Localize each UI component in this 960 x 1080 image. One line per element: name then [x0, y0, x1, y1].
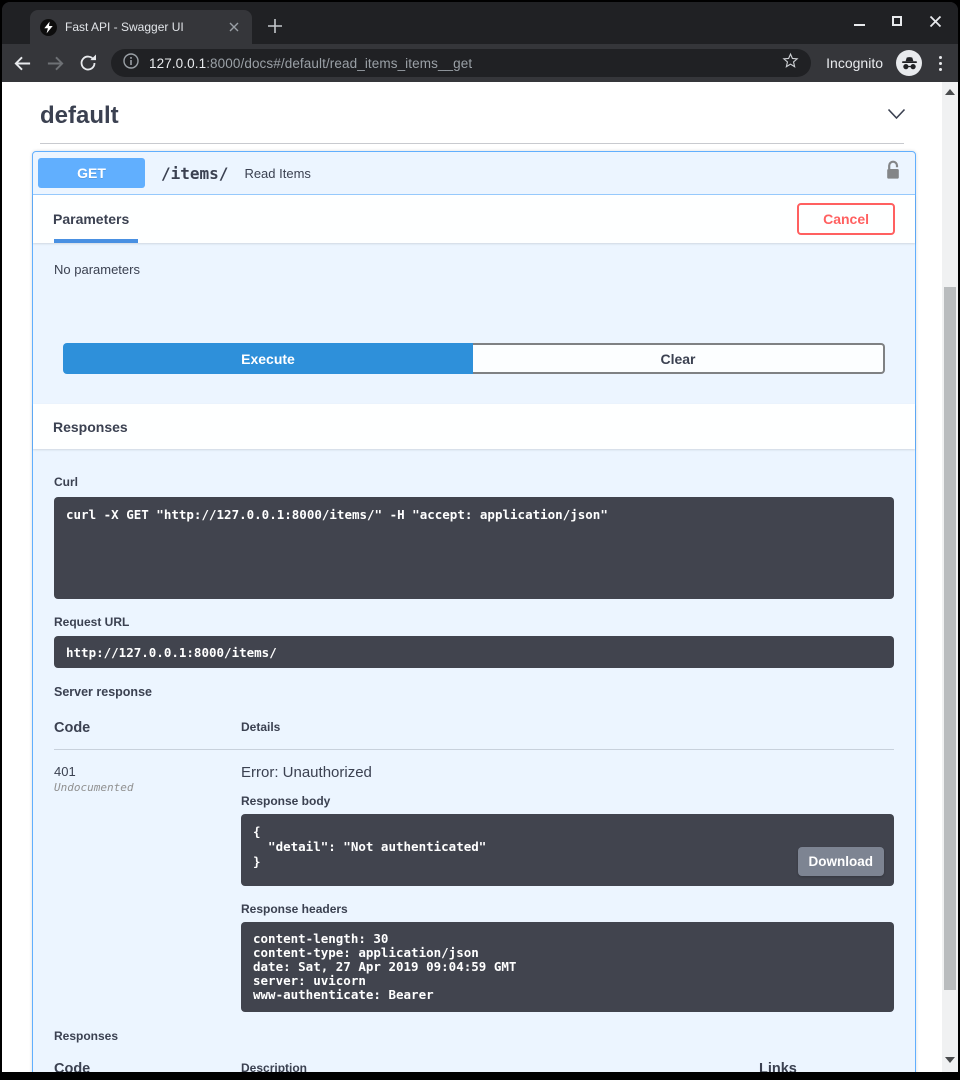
details-column-header: Details: [241, 720, 894, 736]
browser-toolbar: 127.0.0.1:8000/docs#/default/read_items_…: [2, 44, 958, 82]
scrollbar[interactable]: [942, 82, 958, 1072]
scrollbar-up-icon[interactable]: [945, 89, 955, 95]
new-tab-button[interactable]: [266, 17, 284, 35]
method-badge: GET: [38, 158, 145, 188]
tab-title: Fast API - Swagger UI: [65, 20, 218, 34]
url-text[interactable]: 127.0.0.1:8000/docs#/default/read_items_…: [149, 56, 772, 71]
code-column-header: Code: [54, 1061, 241, 1072]
responses-inner: Curl curl -X GET "http://127.0.0.1:8000/…: [33, 449, 915, 1072]
links-column-header: Links: [759, 1061, 894, 1072]
tag-title: default: [40, 102, 119, 130]
response-body-wrapper: { "detail": "Not authenticated" } Downlo…: [241, 814, 894, 886]
window-minimize-button[interactable]: [852, 14, 866, 28]
swagger-page: default GET /items/ Read Items: [2, 82, 958, 1072]
status-code: 401: [54, 764, 241, 779]
tag-divider: [40, 143, 904, 144]
responses-section-title: Responses: [53, 419, 128, 435]
active-tab-underline: [54, 239, 138, 243]
download-button[interactable]: Download: [798, 847, 885, 876]
responses-table-header: Code Description Links: [54, 1061, 894, 1072]
scrollbar-thumb[interactable]: [944, 287, 956, 990]
menu-kebab-icon[interactable]: [935, 56, 946, 71]
browser-tab[interactable]: Fast API - Swagger UI: [30, 10, 252, 44]
response-headers-label: Response headers: [241, 902, 894, 916]
chevron-down-icon[interactable]: [887, 107, 906, 125]
responses-table-label: Responses: [54, 1029, 894, 1043]
site-info-icon[interactable]: [123, 53, 139, 74]
swagger-content: default GET /items/ Read Items: [2, 82, 942, 1072]
cancel-button[interactable]: Cancel: [797, 203, 895, 235]
execute-button[interactable]: Execute: [63, 343, 473, 374]
address-bar[interactable]: 127.0.0.1:8000/docs#/default/read_items_…: [111, 49, 811, 77]
code-column-header: Code: [54, 720, 241, 736]
incognito-icon: [896, 50, 922, 76]
response-headers-text: content-length: 30 content-type: applica…: [241, 922, 894, 1012]
incognito-label: Incognito: [826, 55, 883, 71]
server-response-row: 401 Undocumented Error: Unauthorized Res…: [54, 750, 894, 1012]
tab-parameters[interactable]: Parameters: [53, 211, 129, 227]
scrollbar-down-icon[interactable]: [945, 1057, 955, 1063]
back-icon[interactable]: [12, 53, 32, 73]
operation-summary[interactable]: GET /items/ Read Items: [33, 152, 915, 195]
responses-section-header: Responses: [33, 404, 915, 449]
error-title: Error: Unauthorized: [241, 764, 894, 781]
no-parameters-text: No parameters: [33, 243, 915, 303]
server-response-table-header: Code Details: [54, 720, 894, 750]
curl-label: Curl: [54, 475, 894, 489]
tag-section-header[interactable]: default: [2, 82, 942, 143]
server-response-label: Server response: [54, 685, 894, 699]
unlock-icon[interactable]: [883, 156, 903, 190]
window-close-button[interactable]: [928, 14, 942, 28]
tab-close-icon[interactable]: [226, 19, 242, 35]
response-body-label: Response body: [241, 794, 894, 808]
operation-summary-text: Read Items: [244, 166, 310, 181]
browser-titlebar: Fast API - Swagger UI: [2, 2, 958, 44]
fastapi-favicon-icon: [40, 19, 57, 36]
url-path: :8000/docs#/default/read_items_items__ge…: [206, 56, 472, 71]
request-url-value: http://127.0.0.1:8000/items/: [54, 636, 894, 668]
reload-icon[interactable]: [78, 53, 98, 73]
execute-wrapper: Execute Clear: [33, 303, 915, 404]
operation-path: /items/: [155, 164, 234, 183]
request-url-label: Request URL: [54, 615, 894, 629]
forward-icon[interactable]: [45, 53, 65, 73]
description-column-header: Description: [241, 1061, 759, 1072]
undocumented-note: Undocumented: [54, 781, 241, 794]
response-body-json: { "detail": "Not authenticated" }: [241, 814, 894, 886]
parameters-header: Parameters Cancel: [33, 195, 915, 243]
clear-button[interactable]: Clear: [473, 343, 885, 374]
url-host: 127.0.0.1: [149, 56, 206, 71]
window-controls: [852, 14, 942, 28]
bookmark-star-icon[interactable]: [782, 52, 799, 74]
browser-window: Fast API - Swagger UI: [2, 2, 958, 1072]
window-maximize-button[interactable]: [890, 14, 904, 28]
operation-block-get-items: GET /items/ Read Items Parameters Cancel: [32, 151, 916, 1072]
curl-command: curl -X GET "http://127.0.0.1:8000/items…: [54, 497, 894, 599]
